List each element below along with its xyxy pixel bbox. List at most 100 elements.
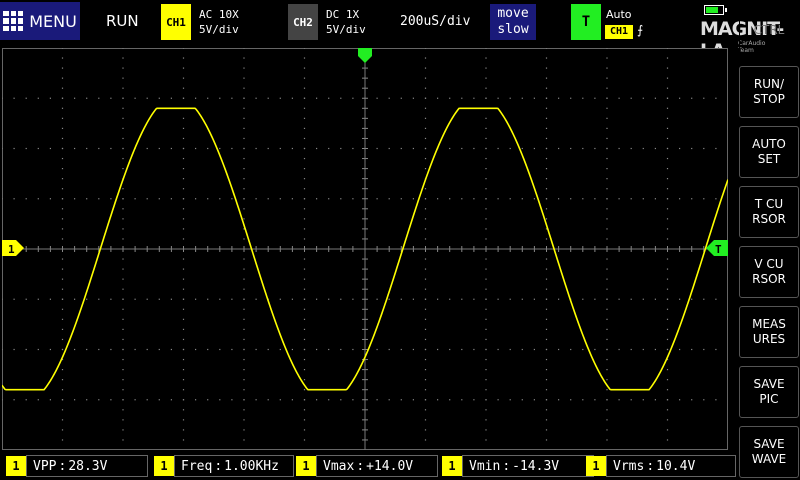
grid-dot [158, 399, 160, 401]
grid-dot [703, 198, 705, 200]
menu-button[interactable]: MENU [0, 2, 80, 40]
ch1-info[interactable]: AC 10X 5V/div [199, 7, 239, 37]
grid-dot [303, 358, 306, 361]
grid-dot [207, 348, 209, 351]
grid-dot [485, 409, 487, 411]
grid-dot [158, 348, 160, 351]
grid-dot [545, 358, 548, 361]
grid-dot [303, 288, 306, 290]
measure-vmin[interactable]: 1 Vmin: -14.3V [442, 455, 594, 477]
grid-dot [485, 298, 487, 300]
grid-dot [424, 338, 427, 341]
run-state[interactable]: RUN [106, 12, 139, 30]
grid-dot [61, 188, 64, 190]
grid-dot [170, 198, 172, 200]
grid-dot [243, 77, 245, 79]
measure-vrms[interactable]: 1 Vrms:10.4V [586, 455, 736, 477]
grid-dot [182, 168, 185, 170]
grid-dot [485, 379, 487, 381]
grid-dot [122, 358, 124, 361]
grid-dot [582, 298, 584, 300]
grid-dot [485, 137, 487, 140]
measure-label: Vmin [469, 458, 501, 474]
grid-dot [231, 97, 233, 99]
move-speed-button[interactable]: move slow [490, 4, 536, 40]
voltage-cursor-button[interactable]: V CU RSOR [739, 246, 799, 298]
grid-dot [485, 198, 487, 200]
grid-dot [485, 348, 487, 351]
measure-channel: 1 [442, 456, 462, 476]
grid-dot [545, 318, 548, 320]
grid-dot [243, 409, 245, 411]
measure-freq[interactable]: 1 Freq:1.00KHz [154, 455, 294, 477]
grid-dot [606, 127, 608, 129]
ch2-info[interactable]: DC 1X 5V/div [326, 7, 366, 37]
save-pic-button[interactable]: SAVE PIC [739, 366, 799, 418]
grid-dot [243, 127, 245, 129]
waveform-display[interactable]: 1 T [1, 47, 729, 450]
grid-dot [98, 399, 100, 401]
grid-dot [666, 238, 669, 240]
grid-dot [654, 298, 656, 300]
scope-screen[interactable]: 1 T [1, 47, 729, 450]
grid-dot [437, 198, 439, 200]
grid-dot [424, 399, 427, 401]
grid-dot [340, 399, 342, 401]
ctrl-button[interactable]: CTRL [739, 4, 799, 56]
grid-dot [98, 97, 100, 99]
grid-dot [122, 399, 124, 401]
grid-dot [666, 228, 669, 230]
grid-dot [122, 87, 124, 89]
grid-dot [424, 238, 427, 240]
ch1-badge[interactable]: CH1 [161, 4, 191, 40]
time-cursor-button[interactable]: T CU RSOR [739, 186, 799, 238]
grid-dot [122, 278, 124, 280]
grid-dot [219, 97, 221, 99]
grid-dot [424, 107, 427, 109]
grid-dot [485, 127, 487, 129]
grid-dot [642, 147, 644, 150]
grid-dot [461, 399, 463, 401]
grid-dot [122, 168, 124, 170]
grid-dot [134, 198, 136, 200]
grid-dot [122, 137, 124, 140]
grid-dot [424, 137, 427, 140]
measure-vpp[interactable]: 1 VPP:28.3V [6, 455, 148, 477]
grid-dot [473, 147, 475, 150]
grid-dot [558, 399, 560, 401]
grid-dot [25, 147, 27, 150]
save-wave-button[interactable]: SAVE WAVE [739, 426, 799, 478]
grid-dot [61, 439, 64, 441]
rising-edge-icon[interactable]: ⨍ [637, 23, 643, 37]
grid-dot [303, 389, 306, 391]
grid-dot [424, 298, 427, 300]
grid-dot [545, 117, 548, 119]
grid-dot [122, 77, 124, 79]
trigger-badge[interactable]: T [571, 4, 601, 40]
grid-dot [182, 318, 185, 320]
trigger-mode[interactable]: Auto [606, 8, 632, 21]
grid-dot [485, 308, 487, 310]
grid-dot [352, 348, 354, 351]
grid-dot [691, 147, 693, 150]
grid-dot [340, 97, 342, 99]
grid-dot [521, 97, 523, 99]
grid-dot [388, 97, 390, 99]
trigger-source[interactable]: CH1 [605, 25, 633, 39]
grid-dot [61, 47, 64, 49]
grid-dot [666, 399, 669, 401]
grid-dot [13, 298, 15, 300]
grid-dot [13, 348, 15, 351]
timebase[interactable]: 200uS/div [400, 14, 470, 29]
grid-dot [182, 298, 185, 300]
grid-dot [61, 117, 64, 119]
measure-vmax[interactable]: 1 Vmax: +14.0V [296, 455, 438, 477]
grid-dot [545, 77, 548, 79]
measures-button[interactable]: MEAS URES [739, 306, 799, 358]
measure-value: 10.4V [656, 458, 696, 474]
grid-dot [303, 278, 306, 280]
ch2-badge[interactable]: CH2 [288, 4, 318, 40]
run-stop-button[interactable]: RUN/ STOP [739, 66, 799, 118]
grid-dot [122, 188, 124, 190]
auto-set-button[interactable]: AUTO SET [739, 126, 799, 178]
